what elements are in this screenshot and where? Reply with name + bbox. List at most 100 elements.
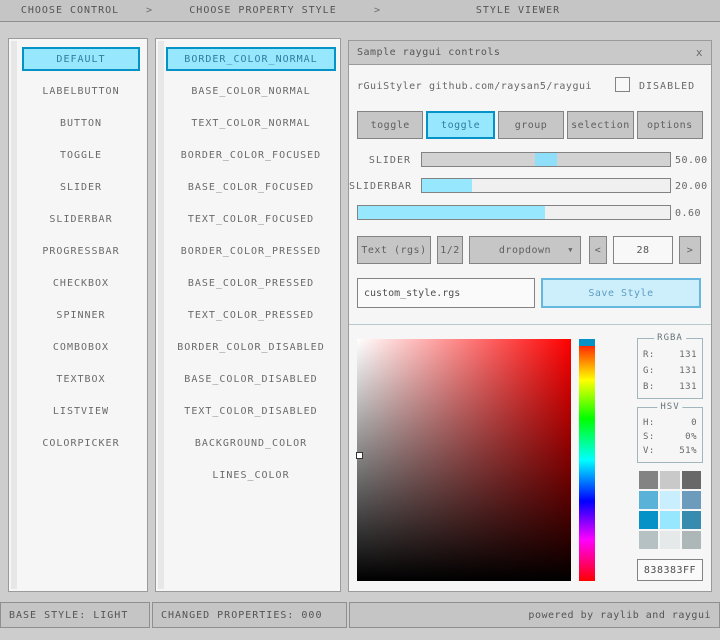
controls-list-item-label: COMBOBOX <box>53 342 109 353</box>
progress-bar <box>357 205 671 220</box>
controls-list-item-label: COLORPICKER <box>42 438 119 449</box>
hsv-rows: H: 0 S: 0% V: 51% <box>643 416 697 458</box>
repo-link[interactable]: github.com/raysan5/raygui <box>429 81 592 92</box>
controls-list-item[interactable]: SLIDER <box>22 175 140 199</box>
hex-color-box[interactable]: 838383FF <box>637 559 703 581</box>
spinner-increment-button[interactable]: > <box>679 236 701 264</box>
toggle-button[interactable]: group <box>498 111 564 139</box>
property-list-item[interactable]: BASE_COLOR_FOCUSED <box>166 175 336 199</box>
close-icon[interactable]: x <box>696 46 703 59</box>
property-list-item[interactable]: TEXT_COLOR_FOCUSED <box>166 207 336 231</box>
rgba-row-value: 131 <box>679 363 697 379</box>
property-list-item-label: BASE_COLOR_DISABLED <box>184 374 317 385</box>
style-color-swatch[interactable] <box>639 511 658 529</box>
text-rgs-button[interactable]: Text (rgs) <box>357 236 431 264</box>
property-list-item[interactable]: BASE_COLOR_PRESSED <box>166 271 336 295</box>
style-color-swatch[interactable] <box>682 471 701 489</box>
properties-panel: BORDER_COLOR_NORMAL BASE_COLOR_NORMAL TE… <box>155 38 341 592</box>
property-list-item-label: TEXT_COLOR_FOCUSED <box>188 214 314 225</box>
property-list-item-label: BORDER_COLOR_PRESSED <box>181 246 321 257</box>
property-list-item[interactable]: TEXT_COLOR_PRESSED <box>166 303 336 327</box>
spinner-value-box[interactable]: 28 <box>613 236 673 264</box>
property-list-item[interactable]: BORDER_COLOR_FOCUSED <box>166 143 336 167</box>
filename-input[interactable] <box>357 278 535 308</box>
property-list-item[interactable]: LINES_COLOR <box>166 463 336 487</box>
half-toggle-button[interactable]: 1/2 <box>437 236 463 264</box>
toggle-button[interactable]: toggle <box>426 111 494 139</box>
sliderbar-value: 20.00 <box>675 181 708 192</box>
color-cursor[interactable] <box>356 452 363 459</box>
sample-window-titlebar[interactable]: Sample raygui controls x <box>349 41 711 65</box>
disabled-label: DISABLED <box>639 81 695 92</box>
spinner-decrement-button[interactable]: < <box>589 236 607 264</box>
controls-list-item[interactable]: LABELBUTTON <box>22 79 140 103</box>
rgba-row: B: 131 <box>643 379 697 395</box>
toggle-button[interactable]: toggle <box>357 111 423 139</box>
sliderbar-label: SLIDERBAR <box>349 181 411 192</box>
controls-list-item[interactable]: SLIDERBAR <box>22 207 140 231</box>
slider-value: 50.00 <box>675 155 708 166</box>
disabled-checkbox[interactable] <box>615 77 630 92</box>
controls-list-item[interactable]: CHECKBOX <box>22 271 140 295</box>
controls-list-item[interactable]: COMBOBOX <box>22 335 140 359</box>
hsv-row-key: S: <box>643 430 655 444</box>
property-list-item[interactable]: BORDER_COLOR_DISABLED <box>166 335 336 359</box>
controls-panel: DEFAULT LABELBUTTON BUTTON TOGGLE SLIDER <box>8 38 148 592</box>
property-list-item-label: BORDER_COLOR_FOCUSED <box>181 150 321 161</box>
style-color-swatch[interactable] <box>682 531 701 549</box>
section-divider <box>349 324 711 325</box>
controls-list-item[interactable]: TEXTBOX <box>22 367 140 391</box>
property-list-item[interactable]: BASE_COLOR_DISABLED <box>166 367 336 391</box>
property-list-item[interactable]: BASE_COLOR_NORMAL <box>166 79 336 103</box>
style-color-swatch[interactable] <box>639 531 658 549</box>
breadcrumb-bar: CHOOSE CONTROL > CHOOSE PROPERTY STYLE >… <box>0 0 720 22</box>
style-color-swatch[interactable] <box>682 491 701 509</box>
property-list-item-label: BACKGROUND_COLOR <box>195 438 307 449</box>
sliderbar[interactable] <box>421 178 671 193</box>
property-list-item-label: TEXT_COLOR_NORMAL <box>191 118 310 129</box>
toggle-button[interactable]: selection <box>567 111 633 139</box>
property-list-item-label: BORDER_COLOR_DISABLED <box>177 342 324 353</box>
color-picker-gradient[interactable] <box>357 339 571 581</box>
style-color-swatch[interactable] <box>682 511 701 529</box>
style-color-swatch[interactable] <box>660 511 679 529</box>
hsv-groupbox: HSV H: 0 S: 0% V: 51% <box>637 407 703 463</box>
controls-list-item[interactable]: COLORPICKER <box>22 431 140 455</box>
controls-list-item[interactable]: SPINNER <box>22 303 140 327</box>
sliderbar-fill <box>422 179 472 192</box>
hex-color-value: 838383FF <box>644 565 696 576</box>
hsv-row-key: H: <box>643 416 655 430</box>
sample-window: Sample raygui controls x rGuiStyler gith… <box>348 40 712 592</box>
hue-bar[interactable] <box>579 339 595 581</box>
hue-marker[interactable] <box>579 339 595 346</box>
controls-list-item[interactable]: PROGRESSBAR <box>22 239 140 263</box>
toggle-button[interactable]: options <box>637 111 703 139</box>
controls-list-item-label: SLIDER <box>60 182 102 193</box>
controls-list-item-label: BUTTON <box>60 118 102 129</box>
rgba-groupbox: RGBA R: 131 G: 131 B: 131 <box>637 338 703 399</box>
slider-handle[interactable] <box>535 153 557 166</box>
save-style-button[interactable]: Save Style <box>541 278 701 308</box>
style-color-swatch[interactable] <box>660 471 679 489</box>
property-list-item[interactable]: BORDER_COLOR_NORMAL <box>166 47 336 71</box>
property-list-item[interactable]: BACKGROUND_COLOR <box>166 431 336 455</box>
chevron-down-icon: ▼ <box>568 246 573 254</box>
controls-list-item[interactable]: DEFAULT <box>22 47 140 71</box>
controls-list-item[interactable]: BUTTON <box>22 111 140 135</box>
property-list-item[interactable]: TEXT_COLOR_NORMAL <box>166 111 336 135</box>
toggle-button-label: selection <box>571 120 630 131</box>
slider[interactable] <box>421 152 671 167</box>
property-list-item[interactable]: BORDER_COLOR_PRESSED <box>166 239 336 263</box>
property-list-item-label: LINES_COLOR <box>212 470 289 481</box>
style-color-swatch[interactable] <box>639 471 658 489</box>
style-color-swatch[interactable] <box>660 491 679 509</box>
style-color-swatch[interactable] <box>639 491 658 509</box>
style-color-swatch[interactable] <box>660 531 679 549</box>
controls-list-item[interactable]: TOGGLE <box>22 143 140 167</box>
dropdown-select[interactable]: dropdown ▼ <box>469 236 581 264</box>
rgba-row: R: 131 <box>643 347 697 363</box>
controls-list-item[interactable]: LISTVIEW <box>22 399 140 423</box>
property-list-item[interactable]: TEXT_COLOR_DISABLED <box>166 399 336 423</box>
controls-list-item-label: SLIDERBAR <box>49 214 112 225</box>
controls-list-item-label: CHECKBOX <box>53 278 109 289</box>
